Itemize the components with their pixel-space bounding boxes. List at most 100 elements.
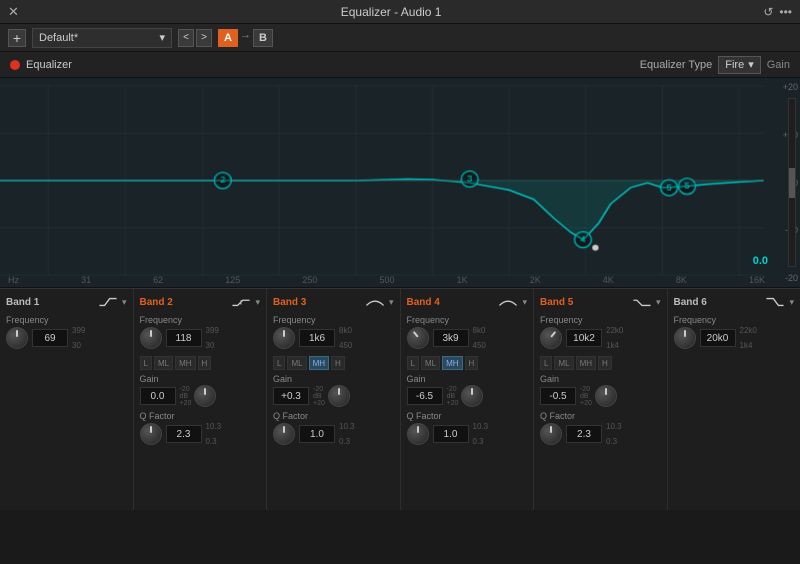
freq-label-125: 125 [225, 275, 240, 285]
band-type-selector-6[interactable]: ▾ [763, 295, 794, 309]
qfactor-range-3: 10.3 0.3 [339, 422, 355, 446]
freq-range-4: 8k0 450 [473, 326, 486, 350]
qfactor-label-4: Q Factor [407, 411, 528, 421]
qfactor-knob-3[interactable] [273, 423, 295, 445]
band-dropdown-arrow-2: ▾ [255, 297, 260, 308]
frequency-param-1: Frequency 69 399 30 [6, 315, 127, 350]
freq-btn-MH-5[interactable]: MH [576, 356, 596, 370]
preset-dropdown[interactable]: Default* ▾ [32, 28, 172, 48]
qfactor-param-2: Q Factor 2.3 10.3 0.3 [140, 411, 261, 446]
band-name-6: Band 6 [674, 297, 707, 308]
prev-preset-button[interactable]: < [178, 29, 194, 47]
band-name-3: Band 3 [273, 297, 306, 308]
freq-btn-MH-4[interactable]: MH [442, 356, 462, 370]
freq-btn-ML-5[interactable]: ML [554, 356, 573, 370]
band-dropdown-arrow-3: ▾ [389, 297, 394, 308]
freq-knob-3[interactable] [273, 327, 295, 349]
freq-btn-L-4[interactable]: L [407, 356, 419, 370]
close-icon[interactable]: ✕ [8, 4, 19, 20]
band-type-selector-5[interactable]: ▾ [630, 295, 661, 309]
freq-knob-2[interactable] [140, 327, 162, 349]
gain-param-5: Gain -0.5 -20 dB +20 [540, 374, 661, 407]
gain-label: Gain [767, 59, 790, 71]
b-button[interactable]: B [253, 29, 273, 47]
qfactor-value-3[interactable]: 1.0 [299, 425, 335, 443]
freq-label-1k: 1K [457, 275, 468, 285]
band-dropdown-arrow-6: ▾ [789, 297, 794, 308]
eq-graph[interactable]: +20 +10 0 -10 -20 Hz 31 62 125 250 500 1… [0, 78, 800, 288]
eq-type-select[interactable]: Fire ▾ [718, 56, 760, 74]
gain-value-2[interactable]: 0.0 [140, 387, 176, 405]
freq-controls-2: 118 399 30 [140, 326, 261, 350]
freq-knob-1[interactable] [6, 327, 28, 349]
eq-power-dot[interactable] [10, 60, 20, 70]
freq-value-3[interactable]: 1k6 [299, 329, 335, 347]
freq-btn-L-5[interactable]: L [540, 356, 552, 370]
qfactor-value-4[interactable]: 1.0 [433, 425, 469, 443]
gain-range-5: -20 dB +20 [580, 386, 592, 407]
a-button[interactable]: A [218, 29, 238, 47]
qfactor-range-5: 10.3 0.3 [606, 422, 622, 446]
freq-knob-6[interactable] [674, 327, 696, 349]
freq-btn-ML-4[interactable]: ML [421, 356, 440, 370]
eq-type-dropdown-icon: ▾ [748, 58, 754, 71]
freq-btn-H-3[interactable]: H [331, 356, 345, 370]
next-preset-button[interactable]: > [196, 29, 212, 47]
eq-canvas [0, 78, 800, 287]
menu-icon[interactable]: ••• [779, 5, 792, 19]
freq-knob-5[interactable] [540, 327, 562, 349]
qfactor-knob-4[interactable] [407, 423, 429, 445]
freq-label-1: Frequency [6, 315, 127, 325]
freq-btn-L-3[interactable]: L [273, 356, 285, 370]
freq-value-2[interactable]: 118 [166, 329, 202, 347]
freq-value-5[interactable]: 10k2 [566, 329, 602, 347]
freq-btn-MH-2[interactable]: MH [175, 356, 195, 370]
freq-btn-MH-3[interactable]: MH [309, 356, 329, 370]
gain-value-3[interactable]: +0.3 [273, 387, 309, 405]
gain-knob-3[interactable] [328, 385, 350, 407]
gain-knob-4[interactable] [461, 385, 483, 407]
freq-controls-6: 20k0 22k0 1k4 [674, 326, 795, 350]
freq-btn-H-4[interactable]: H [465, 356, 479, 370]
graph-scrollbar[interactable] [788, 98, 796, 267]
freq-label-2: Frequency [140, 315, 261, 325]
qfactor-label-2: Q Factor [140, 411, 261, 421]
freq-value-1[interactable]: 69 [32, 329, 68, 347]
freq-label-250: 250 [302, 275, 317, 285]
band-type-selector-1[interactable]: ▾ [96, 295, 127, 309]
band-header-4: Band 4 ▾ [407, 295, 528, 309]
band-type-selector-3[interactable]: ▾ [363, 295, 394, 309]
freq-value-4[interactable]: 3k9 [433, 329, 469, 347]
gain-knob-2[interactable] [194, 385, 216, 407]
band-panel-1: Band 1 ▾ Frequency 69 399 30 [0, 289, 134, 510]
freq-knob-4[interactable] [407, 327, 429, 349]
qfactor-range-4: 10.3 0.3 [473, 422, 489, 446]
freq-label-31: 31 [81, 275, 91, 285]
freq-btn-ML-2[interactable]: ML [154, 356, 173, 370]
freq-btn-ML-3[interactable]: ML [287, 356, 306, 370]
qfactor-value-5[interactable]: 2.3 [566, 425, 602, 443]
qfactor-value-2[interactable]: 2.3 [166, 425, 202, 443]
qfactor-knob-5[interactable] [540, 423, 562, 445]
band-type-selector-2[interactable]: ▾ [229, 295, 260, 309]
gain-knob-5[interactable] [595, 385, 617, 407]
freq-range-6: 22k0 1k4 [740, 326, 757, 350]
band-type-selector-4[interactable]: ▾ [496, 295, 527, 309]
gain-controls-3: +0.3 -20 dB +20 [273, 385, 394, 407]
band-panel-2: Band 2 ▾ Frequency 118 399 30 LMLMHH Gai… [134, 289, 268, 510]
band-header-3: Band 3 ▾ [273, 295, 394, 309]
freq-value-6[interactable]: 20k0 [700, 329, 736, 347]
freq-btn-L-2[interactable]: L [140, 356, 152, 370]
freq-range-5: 22k0 1k4 [606, 326, 623, 350]
gain-value-5[interactable]: -0.5 [540, 387, 576, 405]
freq-btn-H-2[interactable]: H [198, 356, 212, 370]
freq-btn-H-5[interactable]: H [598, 356, 612, 370]
scrollbar-thumb[interactable] [789, 168, 795, 198]
add-button[interactable]: + [8, 29, 26, 47]
band-dropdown-arrow-1: ▾ [122, 297, 127, 308]
gain-value-4[interactable]: -6.5 [407, 387, 443, 405]
gain-controls-5: -0.5 -20 dB +20 [540, 385, 661, 407]
history-icon[interactable]: ↺ [763, 5, 773, 19]
qfactor-knob-2[interactable] [140, 423, 162, 445]
db-label-20p: +20 [772, 82, 798, 92]
